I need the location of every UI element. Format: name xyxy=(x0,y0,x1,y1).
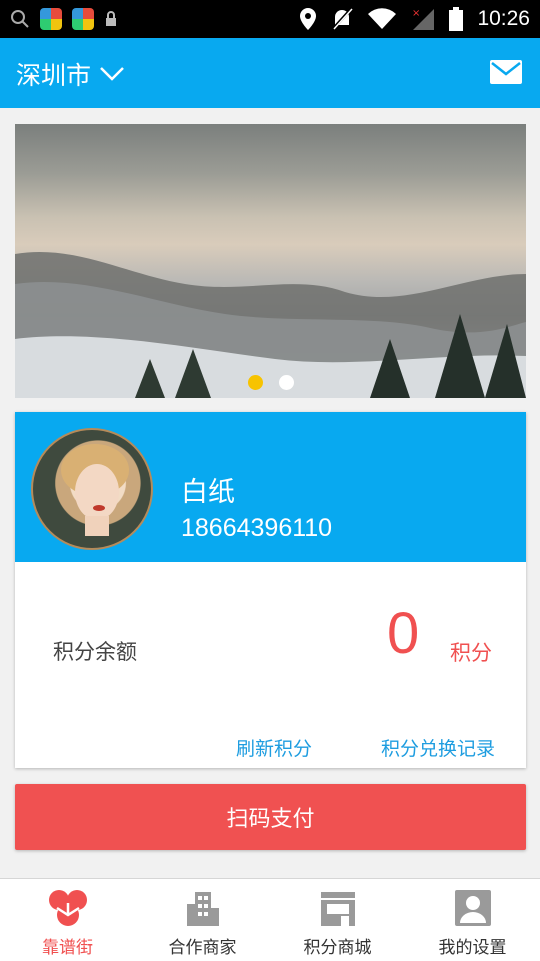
points-balance-value: 0 xyxy=(387,601,420,666)
home-logo-icon xyxy=(48,890,87,926)
building-icon xyxy=(186,892,219,926)
user-name: 白纸 xyxy=(181,477,235,508)
lock-icon xyxy=(106,11,116,26)
nav-label-home: 靠谱街 xyxy=(42,938,93,958)
status-time: 10:26 xyxy=(477,7,530,30)
mute-icon xyxy=(332,7,353,31)
nav-item-partners[interactable]: 合作商家 xyxy=(135,879,270,961)
app-icon xyxy=(72,8,94,30)
bottom-nav: 靠谱街 合作商家 积分商城 我的设置 xyxy=(0,878,540,961)
banner-carousel[interactable] xyxy=(15,124,526,398)
user-icon xyxy=(454,890,491,926)
user-phone: 18664396110 xyxy=(181,514,333,542)
points-balance-label: 积分余额 xyxy=(53,640,137,664)
profile-header: 白纸 18664396110 xyxy=(15,412,526,562)
carousel-dot[interactable] xyxy=(278,375,294,390)
avatar[interactable] xyxy=(31,428,153,550)
carousel-dot-active[interactable] xyxy=(247,375,263,390)
store-icon xyxy=(320,892,355,926)
app-header: 深圳市 xyxy=(0,38,540,108)
search-icon xyxy=(11,10,29,28)
app-icon xyxy=(40,8,62,30)
points-unit: 积分 xyxy=(450,641,492,665)
city-label: 深圳市 xyxy=(16,61,92,90)
signal-icon: × xyxy=(412,8,435,30)
nav-label-partners: 合作商家 xyxy=(168,938,237,958)
nav-item-settings[interactable]: 我的设置 xyxy=(405,879,540,961)
account-card: 白纸 18664396110 积分余额 0 积分 刷新积分 积分兑换记录 xyxy=(15,412,526,768)
banner-image xyxy=(15,251,526,398)
carousel-indicators xyxy=(15,375,526,390)
status-bar: × 10:26 xyxy=(0,0,540,38)
location-icon xyxy=(300,8,317,30)
battery-icon xyxy=(449,7,464,31)
nav-label-mall: 积分商城 xyxy=(303,938,372,958)
nav-label-settings: 我的设置 xyxy=(438,938,507,958)
scan-pay-button[interactable]: 扫码支付 xyxy=(15,784,526,850)
nav-item-mall[interactable]: 积分商城 xyxy=(270,879,405,961)
mail-icon[interactable] xyxy=(490,60,522,84)
chevron-down-icon xyxy=(100,67,124,81)
refresh-points-link[interactable]: 刷新积分 xyxy=(236,734,312,761)
wifi-icon xyxy=(368,8,397,29)
nav-item-home[interactable]: 靠谱街 xyxy=(0,879,135,961)
svg-text:×: × xyxy=(412,8,420,19)
city-selector[interactable]: 深圳市 xyxy=(16,56,125,92)
points-history-link[interactable]: 积分兑换记录 xyxy=(381,734,495,761)
